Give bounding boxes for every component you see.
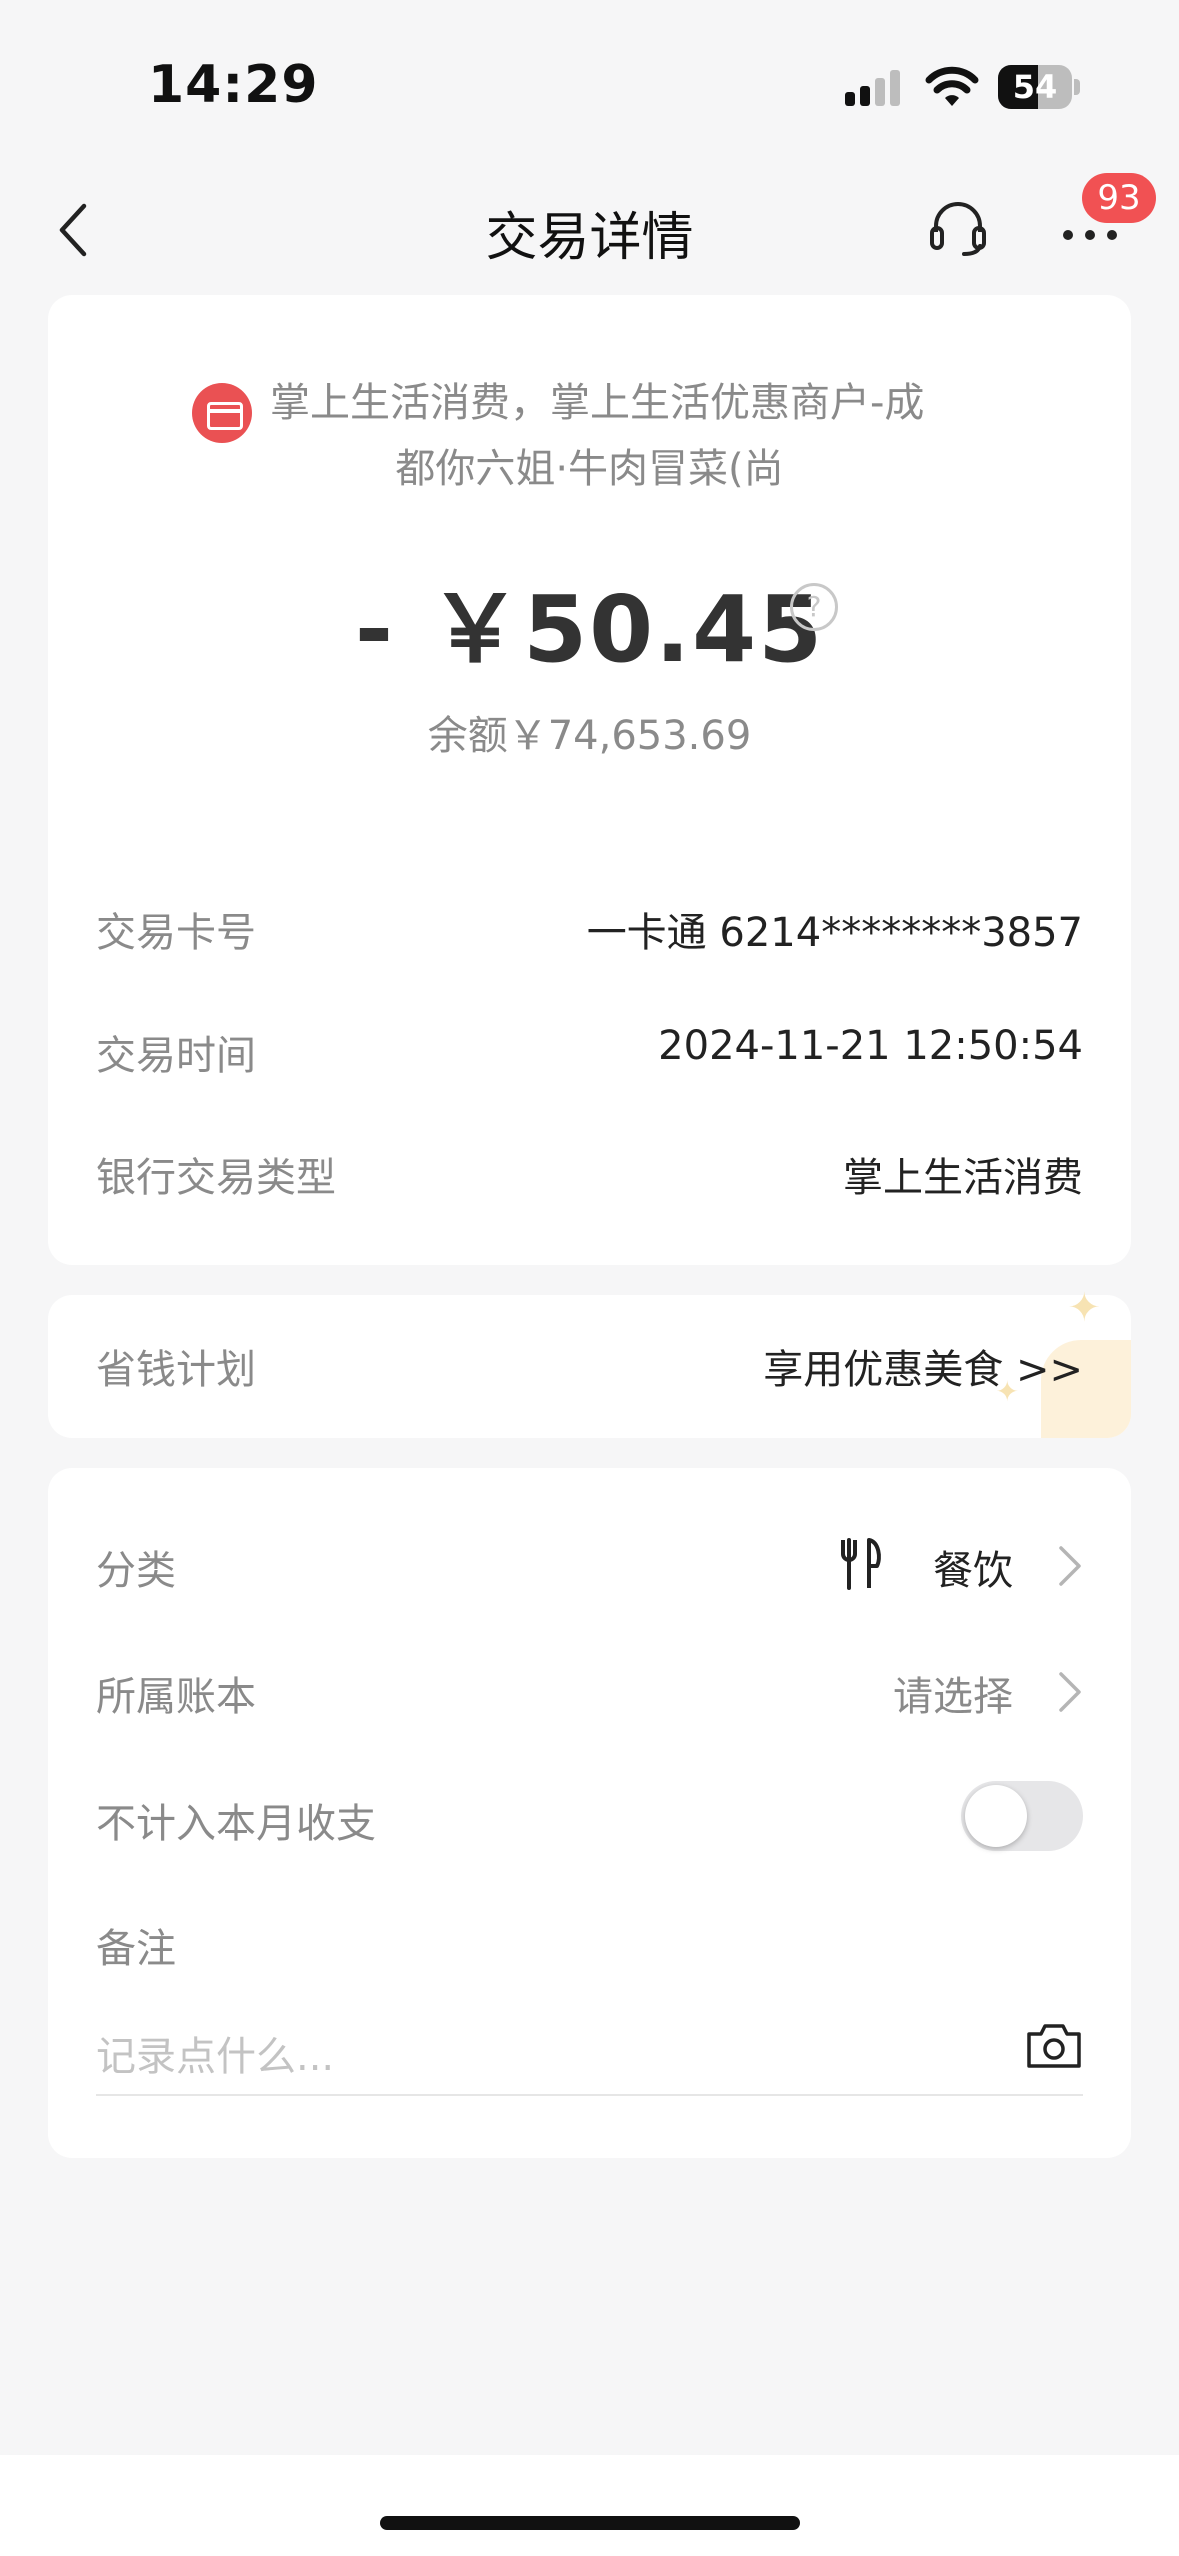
exclude-monthly-row: 不计入本月收支: [96, 1781, 1083, 1851]
detail-value: 掌上生活消费: [843, 1155, 1083, 1201]
card-payment-icon: [192, 383, 252, 443]
page-title: 交易详情: [485, 208, 694, 268]
merchant-name: 掌上生活消费，掌上生活优惠商户-成: [270, 380, 925, 426]
home-indicator[interactable]: [380, 2516, 800, 2530]
chevron-right-icon: [1059, 1672, 1081, 1712]
toggle-knob: [965, 1785, 1027, 1847]
home-indicator-area: [0, 2455, 1179, 2556]
more-dots-icon[interactable]: [1060, 225, 1120, 245]
help-icon[interactable]: ?: [790, 583, 838, 631]
battery-level: 54: [1012, 68, 1058, 106]
balance-text: 余额￥74,653.69: [427, 713, 752, 759]
fork-knife-icon: [841, 1538, 881, 1590]
status-time: 14:29: [148, 55, 319, 115]
note-placeholder: 记录点什么...: [96, 2034, 335, 2080]
category-row[interactable]: 分类 餐饮: [96, 1538, 1083, 1598]
category-card: 分类 餐饮 所属账本 请选择 不计入本月收支 备注 记录点什么...: [48, 1468, 1131, 2158]
notification-badge: 93: [1082, 173, 1156, 223]
category-value: 餐饮: [933, 1548, 1013, 1594]
account-book-label: 所属账本: [96, 1674, 256, 1720]
headset-icon[interactable]: [928, 198, 988, 258]
account-book-value: 请选择: [893, 1674, 1013, 1720]
nav-bar: 交易详情 93: [0, 170, 1179, 290]
detail-label: 交易卡号: [96, 910, 256, 956]
account-book-row[interactable]: 所属账本 请选择: [96, 1664, 1083, 1724]
note-label: 备注: [96, 1926, 176, 1972]
merchant-name-line2: 都你六姐·牛肉冒菜(尚: [395, 446, 784, 492]
chevron-right-icon: [1059, 1546, 1081, 1586]
sparkle-icon: ✦: [1067, 1285, 1101, 1331]
transaction-amount: - ￥50.45: [48, 555, 1131, 688]
cellular-signal-icon: [845, 70, 900, 106]
wifi-icon: [925, 66, 979, 106]
note-input[interactable]: 记录点什么...: [96, 2016, 1083, 2096]
detail-label: 银行交易类型: [96, 1155, 336, 1201]
amount-text: - ￥50.45: [354, 576, 825, 683]
save-plan-card[interactable]: ✦ ✦ 省钱计划 享用优惠美食 >>: [48, 1285, 1131, 1438]
save-plan-link[interactable]: 享用优惠美食 >>: [763, 1337, 1083, 1395]
detail-row-type: 银行交易类型 掌上生活消费: [96, 1145, 1083, 1205]
exclude-monthly-toggle[interactable]: [961, 1781, 1083, 1851]
note-label-row: 备注: [96, 1916, 1083, 1976]
status-bar: 14:29 54: [0, 0, 1179, 150]
detail-row-card-number: 交易卡号 一卡通 6214********3857: [96, 900, 1083, 960]
detail-value: 2024-11-21 12:50:54: [658, 1023, 1083, 1069]
detail-row-time: 交易时间 2024-11-21 12:50:54: [96, 1023, 1083, 1083]
camera-icon[interactable]: [1025, 2020, 1083, 2070]
save-plan-label: 省钱计划: [96, 1347, 256, 1393]
exclude-monthly-label: 不计入本月收支: [96, 1801, 376, 1847]
transaction-card: 掌上生活消费，掌上生活优惠商户-成 都你六姐·牛肉冒菜(尚 - ￥50.45 ?…: [48, 295, 1131, 1265]
battery-icon: 54: [998, 65, 1080, 109]
detail-value: 一卡通 6214********3857: [586, 910, 1083, 956]
category-label: 分类: [96, 1548, 176, 1594]
detail-label: 交易时间: [96, 1033, 256, 1079]
